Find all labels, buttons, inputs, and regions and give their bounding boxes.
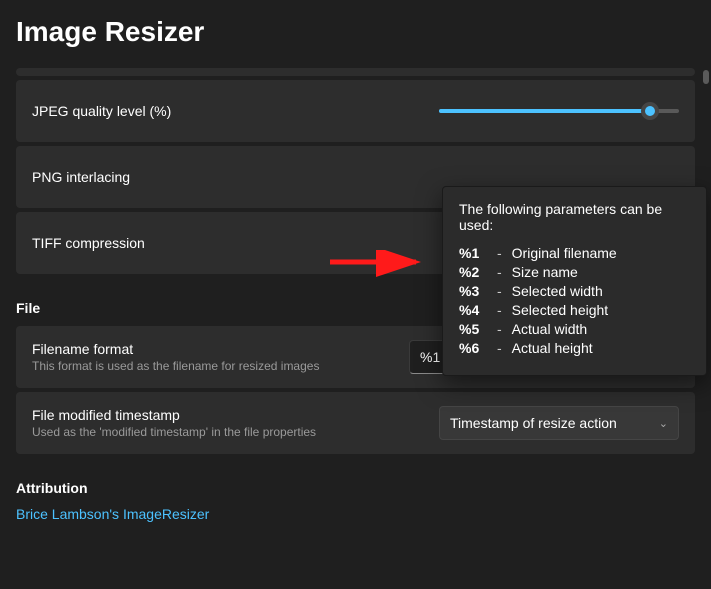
timestamp-row: File modified timestamp Used as the 'mod… [16, 392, 695, 454]
section-attribution: Attribution [16, 480, 695, 496]
tooltip-param-desc: Selected width [512, 283, 603, 299]
tooltip-param-key: %2 [459, 264, 487, 280]
tooltip-param-row: %3-Selected width [459, 283, 690, 299]
png-interlacing-label: PNG interlacing [32, 169, 439, 185]
tooltip-param-key: %4 [459, 302, 487, 318]
attribution-link[interactable]: Brice Lambson's ImageResizer [16, 506, 695, 522]
tooltip-param-row: %1-Original filename [459, 245, 690, 261]
tooltip-param-desc: Actual width [512, 321, 587, 337]
timestamp-dropdown-value: Timestamp of resize action [450, 415, 617, 431]
tooltip-title: The following parameters can be used: [459, 201, 690, 233]
filename-params-tooltip: The following parameters can be used: %1… [442, 186, 707, 376]
tooltip-param-row: %2-Size name [459, 264, 690, 280]
filename-format-label: Filename format [32, 341, 409, 357]
tooltip-param-key: %6 [459, 340, 487, 356]
page-title: Image Resizer [0, 0, 711, 68]
tooltip-param-key: %5 [459, 321, 487, 337]
annotation-arrow [328, 250, 428, 280]
timestamp-dropdown[interactable]: Timestamp of resize action ⌄ [439, 406, 679, 440]
tooltip-param-desc: Selected height [512, 302, 609, 318]
timestamp-sub: Used as the 'modified timestamp' in the … [32, 425, 439, 439]
tooltip-param-row: %6-Actual height [459, 340, 690, 356]
tooltip-param-row: %5-Actual width [459, 321, 690, 337]
tooltip-param-key: %1 [459, 245, 487, 261]
jpeg-quality-label: JPEG quality level (%) [32, 103, 439, 119]
jpeg-quality-row: JPEG quality level (%) [16, 80, 695, 142]
tooltip-param-desc: Original filename [512, 245, 617, 261]
panel-collapsed-top [16, 68, 695, 76]
vertical-scrollbar[interactable] [703, 70, 709, 84]
tooltip-param-row: %4-Selected height [459, 302, 690, 318]
timestamp-label: File modified timestamp [32, 407, 439, 423]
chevron-down-icon: ⌄ [659, 417, 668, 430]
tiff-compression-label: TIFF compression [32, 235, 439, 251]
filename-format-sub: This format is used as the filename for … [32, 359, 409, 373]
jpeg-quality-slider[interactable] [439, 109, 679, 113]
tooltip-param-desc: Actual height [512, 340, 593, 356]
tooltip-param-desc: Size name [512, 264, 578, 280]
tooltip-param-key: %3 [459, 283, 487, 299]
